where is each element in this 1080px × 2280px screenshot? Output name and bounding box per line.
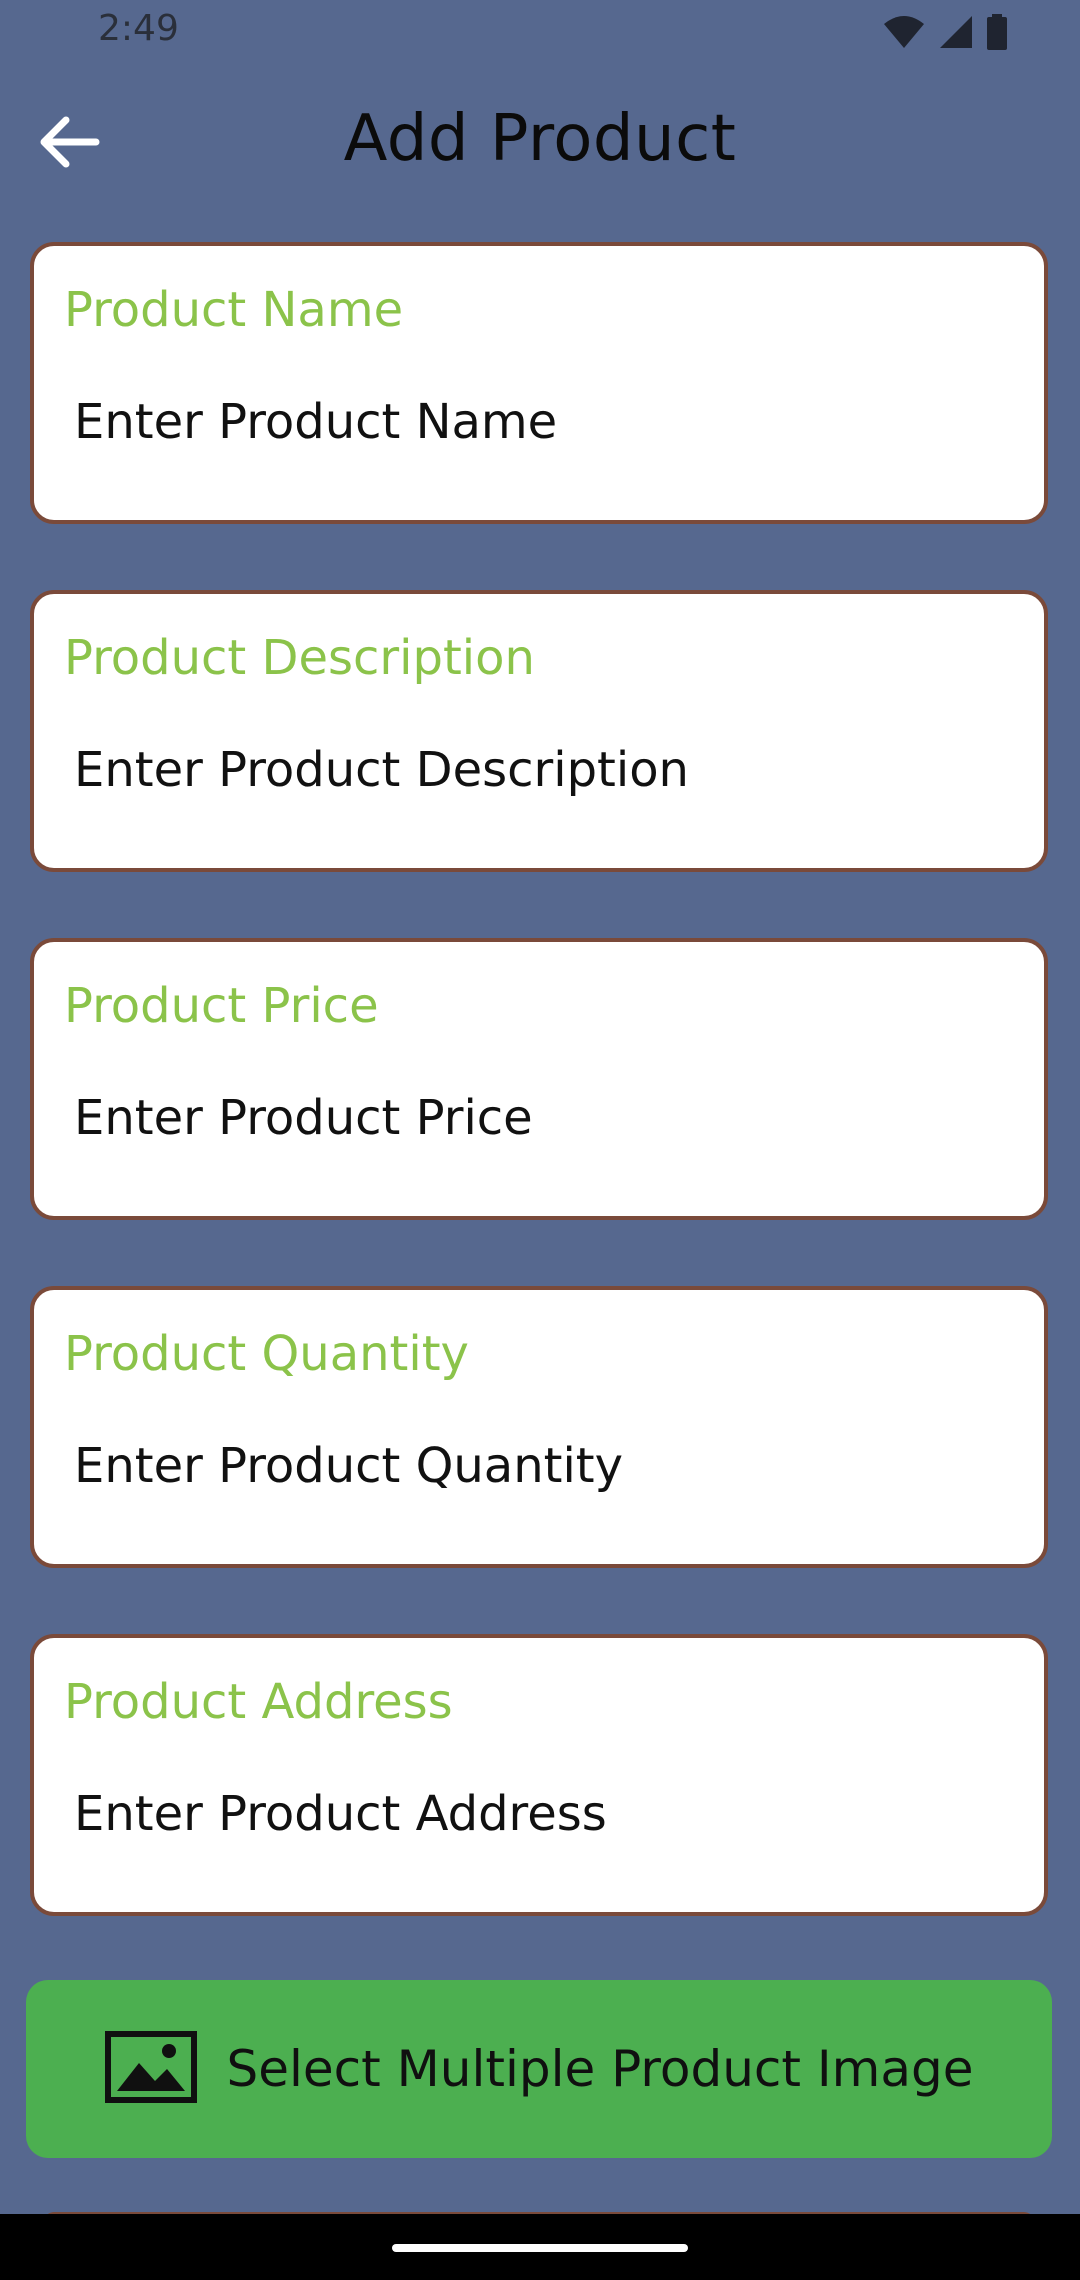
product-description-card: Product Description Enter Product Descri… — [30, 590, 1048, 872]
signal-icon — [938, 14, 974, 50]
image-icon — [104, 2030, 197, 2108]
status-icons — [882, 14, 1008, 50]
product-description-input[interactable]: Enter Product Description — [74, 742, 994, 798]
product-quantity-input[interactable]: Enter Product Quantity — [74, 1438, 994, 1494]
app-bar: Add Product — [0, 92, 1080, 196]
product-address-card: Product Address Enter Product Address — [30, 1634, 1048, 1916]
home-handle[interactable] — [392, 2244, 688, 2252]
status-bar: 2:49 — [0, 0, 1080, 64]
status-time: 2:49 — [98, 8, 179, 49]
product-name-label: Product Name — [64, 282, 404, 338]
battery-icon — [986, 14, 1008, 50]
product-description-label: Product Description — [64, 630, 535, 686]
product-price-card: Product Price Enter Product Price — [30, 938, 1048, 1220]
product-address-label: Product Address — [64, 1674, 453, 1730]
product-quantity-label: Product Quantity — [64, 1326, 469, 1382]
page-title: Add Product — [343, 102, 737, 176]
system-nav-bar — [0, 2214, 1080, 2280]
select-product-images-label: Select Multiple Product Image — [226, 2040, 974, 2098]
wifi-icon — [882, 14, 926, 50]
product-price-input[interactable]: Enter Product Price — [74, 1090, 994, 1146]
product-price-label: Product Price — [64, 978, 379, 1034]
product-address-input[interactable]: Enter Product Address — [74, 1786, 994, 1842]
select-product-images-button[interactable]: Select Multiple Product Image — [26, 1980, 1052, 2158]
product-name-card: Product Name Enter Product Name — [30, 242, 1048, 524]
product-quantity-card: Product Quantity Enter Product Quantity — [30, 1286, 1048, 1568]
product-name-input[interactable]: Enter Product Name — [74, 394, 994, 450]
